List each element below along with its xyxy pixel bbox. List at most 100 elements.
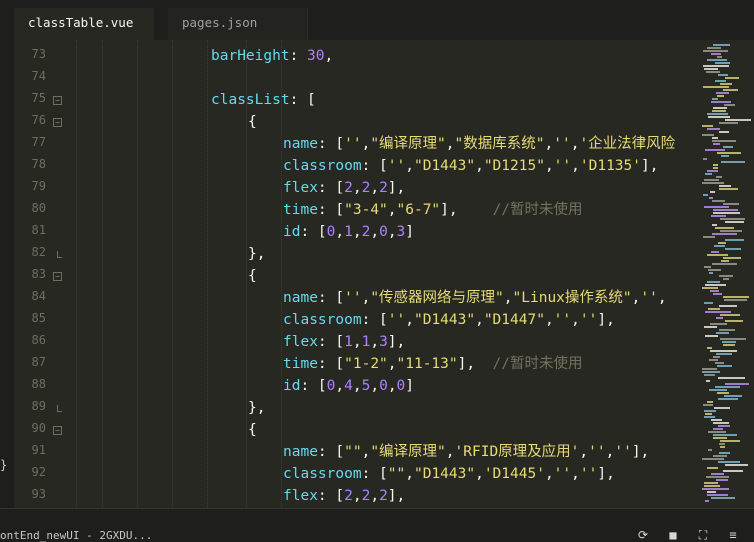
minimap-line	[723, 278, 729, 280]
minimap-line	[704, 410, 716, 412]
line-number: 93	[31, 487, 46, 501]
code-token: ,	[387, 224, 397, 240]
minimap-line	[703, 194, 708, 196]
code-token: classroom	[283, 158, 362, 174]
code-token: id	[283, 378, 301, 394]
code-line: barHeight: 30,	[211, 45, 333, 67]
minimap-line	[705, 173, 712, 175]
minimap-line	[705, 500, 709, 502]
code-token: ,	[370, 334, 380, 350]
code-token: ,	[405, 158, 414, 174]
code-token: "数据库系统"	[454, 136, 545, 152]
minimap[interactable]	[696, 40, 754, 508]
code-line: classList: [	[211, 89, 316, 111]
code-line: id: [0,1,2,0,3]	[283, 221, 414, 243]
minimap-line	[702, 125, 713, 127]
project-label[interactable]: ontEnd_newUI - 2GXDU...	[0, 529, 152, 542]
code-line: {	[248, 111, 257, 133]
code-token: "D1443"	[413, 158, 476, 174]
code-line: name: ['',"传感器网络与原理","Linux操作系统",'',	[283, 287, 667, 309]
minimap-line	[725, 239, 744, 241]
code-token: "3-4"	[344, 202, 388, 218]
fold-toggle-icon[interactable]: −	[53, 426, 62, 435]
line-number: 78	[31, 157, 46, 171]
code-token: ,	[335, 224, 345, 240]
code-token: : [	[317, 202, 345, 218]
code-token: ''	[344, 136, 362, 152]
minimap-line	[720, 83, 732, 85]
minimap-line	[703, 65, 729, 67]
minimap-line	[719, 275, 733, 277]
code-token: ,	[352, 378, 362, 394]
minimap-line	[719, 122, 738, 124]
code-token: ''	[640, 290, 658, 306]
code-token: 0	[379, 378, 388, 394]
code-token: ,	[445, 136, 455, 152]
left-panel-edge: }	[0, 0, 14, 508]
minimap-line	[709, 389, 727, 391]
minimap-line	[713, 434, 737, 436]
minimap-line	[724, 299, 747, 301]
code-token: flex	[283, 334, 318, 350]
tab-pages-json[interactable]: pages.json	[168, 8, 308, 40]
code-token: ],	[640, 158, 659, 174]
code-token: {	[248, 422, 257, 438]
minimap-line	[707, 128, 720, 130]
code-token: "编译原理"	[370, 444, 446, 460]
code-token: ],	[440, 202, 493, 218]
minimap-line	[723, 203, 739, 205]
line-number: 81	[31, 223, 46, 237]
minimap-line	[713, 209, 738, 211]
refresh-icon[interactable]: ⟳	[636, 528, 650, 542]
fold-toggle-icon[interactable]: −	[53, 96, 62, 105]
minimap-line	[704, 206, 729, 208]
minimap-line	[723, 344, 735, 346]
code-token: : [	[361, 158, 388, 174]
code-token: flex	[283, 488, 318, 504]
minimap-line	[711, 215, 726, 217]
minimap-line	[717, 56, 722, 58]
code-token: : [	[300, 378, 327, 394]
minimap-line	[720, 446, 725, 448]
code-token: ],	[387, 334, 406, 350]
minimap-line	[725, 119, 751, 121]
minimap-line	[711, 473, 724, 475]
line-number: 73	[31, 47, 46, 61]
code-token: ,	[324, 48, 334, 64]
code-line: {	[248, 419, 257, 441]
minimap-line	[710, 350, 737, 352]
minimap-line	[718, 461, 740, 463]
code-token: "6-7"	[396, 202, 441, 218]
code-token: 2	[379, 488, 388, 504]
stop-icon[interactable]: ■	[666, 528, 680, 542]
minimap-line	[717, 392, 729, 394]
minimap-line	[703, 236, 715, 238]
code-token: ,	[475, 312, 484, 328]
fold-toggle-icon[interactable]: −	[53, 118, 62, 127]
code-token: ,	[352, 334, 362, 350]
fold-toggle-icon[interactable]: −	[53, 272, 62, 281]
code-editor[interactable]: 73 barHeight: 30, 74 75− classList: [76−{77 n…	[14, 40, 696, 508]
code-token: ,	[370, 180, 380, 196]
line-number: 77	[31, 135, 46, 149]
tab-classtable-vue[interactable]: classTable.vue	[14, 8, 154, 40]
code-token: ],	[631, 444, 650, 460]
minimap-line	[723, 470, 743, 472]
minimap-line	[706, 71, 720, 73]
code-token: "D1443"	[413, 466, 476, 482]
code-token: time	[283, 202, 318, 218]
minimap-line	[708, 269, 721, 271]
minimap-line	[705, 311, 731, 313]
code-token: 0	[396, 378, 406, 394]
crop-icon[interactable]: ⛶	[696, 528, 710, 542]
minimap-line	[713, 212, 740, 214]
minimap-line	[707, 113, 728, 115]
line-number: 79	[31, 179, 46, 193]
minimap-line	[711, 101, 731, 103]
minimap-line	[708, 116, 730, 118]
code-token: name	[283, 290, 318, 306]
menu-icon[interactable]: ≡	[726, 528, 740, 542]
code-token: ""	[344, 444, 362, 460]
code-token: time	[283, 356, 318, 372]
line-number: 88	[31, 377, 46, 391]
